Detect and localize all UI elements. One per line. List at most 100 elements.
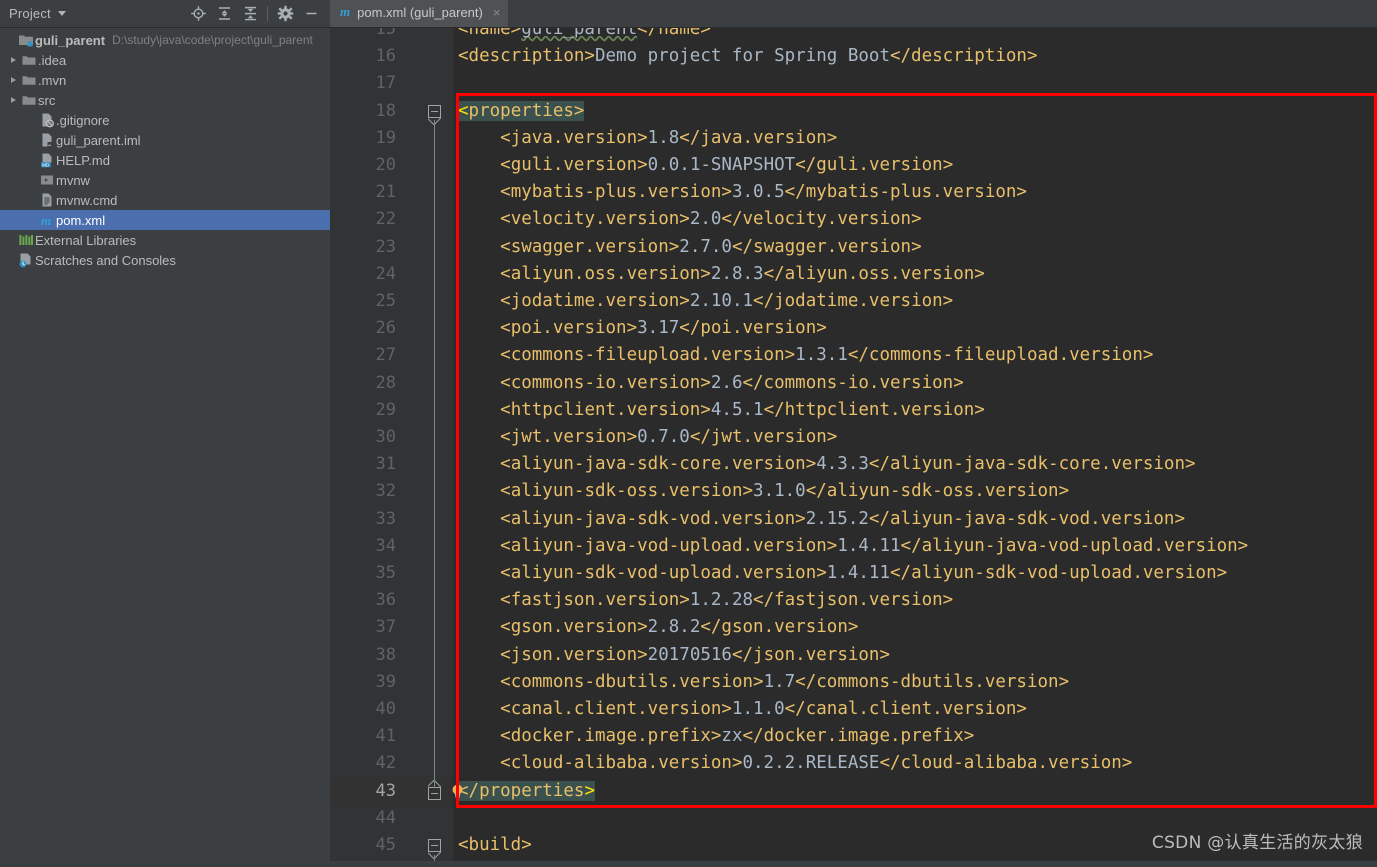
line-number: 24 (375, 263, 396, 284)
code-line[interactable]: 20 <guli.version>0.0.1-SNAPSHOT</guli.ve… (330, 152, 1377, 179)
csdn-watermark: CSDN @认真生活的灰太狼 (1151, 833, 1363, 853)
tree-item-label: src (38, 92, 56, 108)
settings-gear-icon[interactable] (272, 2, 298, 26)
code-line[interactable]: 26 <poi.version>3.17</poi.version> (330, 315, 1377, 342)
code-text: <jodatime.version>2.10.1</jodatime.versi… (500, 291, 954, 311)
line-number: 30 (375, 427, 396, 447)
tree-item-label: .gitignore (56, 112, 110, 128)
line-number: 16 (375, 46, 396, 67)
intention-bulb-icon[interactable] (449, 783, 466, 800)
code-text: <gson.version>2.8.2</gson.version> (500, 617, 859, 638)
code-line[interactable]: 23 <swagger.version>2.7.0</swagger.versi… (330, 234, 1377, 261)
code-line[interactable]: 19 <java.version>1.8</java.version> (330, 125, 1377, 152)
svg-text:MD: MD (42, 162, 50, 167)
code-line[interactable]: 24 <aliyun.oss.version>2.8.3</aliyun.oss… (330, 261, 1377, 288)
code-line[interactable]: 30 <jwt.version>0.7.0</jwt.version> (330, 424, 1377, 451)
line-number: 18 (375, 100, 396, 121)
tree-item-guli-parent[interactable]: guli_parent D:\study\java\code\project\gu… (0, 30, 330, 50)
tab-pom-xml[interactable]: m pom.xml (guli_parent) × (330, 0, 509, 27)
code-line[interactable]: 16 <description>Demo project for Spring B… (330, 43, 1377, 70)
scratches-icon (17, 252, 35, 268)
code-line[interactable]: 21 <mybatis-plus.version>3.0.5</mybatis-… (330, 179, 1377, 206)
code-line[interactable]: 35 <aliyun-sdk-vod-upload.version>1.4.11… (330, 560, 1377, 587)
code-line[interactable]: 42 <cloud-alibaba.version>0.2.2.RELEASE<… (330, 750, 1377, 777)
code-text: <cloud-alibaba.version>0.2.2.RELEASE</cl… (500, 753, 1133, 774)
tree-item-mvnw-cmd[interactable]: mvnw.cmd (0, 190, 330, 210)
code-line[interactable]: 39 <commons-dbutils.version>1.7</commons… (330, 669, 1377, 696)
tree-item-scratches-and-consoles[interactable]: Scratches and Consoles (0, 250, 330, 270)
project-panel-header: Project (0, 0, 330, 28)
matched-tag-highlight: <properties> (458, 100, 585, 121)
line-number: 42 (375, 753, 396, 774)
code-line[interactable]: 33 <aliyun-java-sdk-vod.version>2.15.2</… (330, 506, 1377, 533)
code-line[interactable]: 34 <aliyun-java-vod-upload.version>1.4.1… (330, 533, 1377, 560)
tree-item-pom-xml[interactable]: m pom.xml (0, 210, 330, 230)
code-line[interactable]: 31 <aliyun-java-sdk-core.version>4.3.3</… (330, 451, 1377, 478)
tree-item-mvn[interactable]: .mvn (0, 70, 330, 90)
tree-item-external-libraries[interactable]: External Libraries (0, 230, 330, 250)
line-number: 17 (375, 73, 396, 94)
fold-collapse-icon[interactable] (428, 786, 441, 800)
code-line[interactable]: 41 <docker.image.prefix>zx</docker.image… (330, 723, 1377, 750)
code-text: <build> (458, 835, 532, 855)
fold-collapse-icon[interactable] (428, 104, 441, 118)
tree-item-guli-parent-iml[interactable]: guli_parent.iml (0, 130, 330, 150)
code-line[interactable]: 25 <jodatime.version>2.10.1</jodatime.ve… (330, 288, 1377, 315)
line-number: 15 (375, 28, 396, 39)
code-line[interactable]: 40 <canal.client.version>1.1.0</canal.cl… (330, 696, 1377, 723)
chevron-right-icon[interactable] (6, 77, 20, 83)
tree-item-src[interactable]: src (0, 90, 330, 110)
code-line[interactable]: 15 <name>guli_parent</name> (330, 28, 1377, 43)
collapse-all-icon[interactable] (237, 2, 263, 26)
code-text: <json.version>20170516</json.version> (500, 644, 891, 665)
folder-icon (20, 52, 38, 68)
tree-item-mvnw[interactable]: mvnw (0, 170, 330, 190)
tree-item-label: External Libraries (35, 232, 137, 248)
code-text: <aliyun.oss.version>2.8.3</aliyun.oss.ve… (500, 263, 985, 284)
code-line[interactable]: 38 <json.version>20170516</json.version> (330, 642, 1377, 669)
locate-file-icon[interactable] (185, 2, 211, 26)
chevron-right-icon[interactable] (6, 97, 20, 103)
matched-tag-highlight: </properties> (458, 780, 595, 801)
tree-item-label: HELP.md (56, 152, 110, 168)
tree-item-idea[interactable]: .idea (0, 50, 330, 70)
code-editor[interactable]: 15 <name>guli_parent</name> 16 <description… (330, 28, 1377, 867)
line-number: 43 (375, 780, 396, 801)
tree-item-help-md[interactable]: MD HELP.md (0, 150, 330, 170)
project-tree[interactable]: guli_parent D:\study\java\code\project\gu… (0, 28, 330, 867)
code-text: <commons-dbutils.version>1.7</commons-db… (500, 671, 1070, 692)
code-text: <canal.client.version>1.1.0</canal.clien… (500, 699, 1027, 719)
close-icon[interactable]: × (493, 6, 501, 19)
code-text: <properties> (458, 98, 585, 125)
line-number: 31 (375, 454, 396, 475)
line-number: 25 (375, 291, 396, 311)
tree-item-label: pom.xml (56, 212, 106, 228)
maven-pom-icon: m (340, 4, 351, 19)
tab-label: pom.xml (guli_parent) (357, 4, 483, 20)
fold-collapse-icon[interactable] (428, 839, 441, 853)
tree-item-gitignore[interactable]: .gitignore (0, 110, 330, 130)
code-line[interactable]: 36 <fastjson.version>1.2.28</fastjson.ve… (330, 587, 1377, 614)
code-line[interactable]: 28 <commons-io.version>2.6</commons-io.v… (330, 370, 1377, 397)
svg-text:m: m (41, 213, 51, 228)
code-line[interactable]: 29 <httpclient.version>4.5.1</httpclient… (330, 397, 1377, 424)
code-text: <velocity.version>2.0</velocity.version> (500, 209, 922, 230)
code-line[interactable]: 32 <aliyun-sdk-oss.version>3.1.0</aliyun… (330, 478, 1377, 505)
code-line[interactable]: 27 <commons-fileupload.version>1.3.1</co… (330, 342, 1377, 369)
code-text: <mybatis-plus.version>3.0.5</mybatis-plu… (500, 182, 1027, 203)
code-line[interactable]: 37 <gson.version>2.8.2</gson.version> (330, 614, 1377, 641)
code-line[interactable]: 43 </properties> (330, 777, 1377, 805)
code-text: <httpclient.version>4.5.1</httpclient.ve… (500, 399, 985, 420)
line-number: 32 (375, 481, 396, 502)
code-line[interactable]: 17 (330, 70, 1377, 97)
expand-all-icon[interactable] (211, 2, 237, 26)
code-text: <aliyun-java-sdk-core.version>4.3.3</ali… (500, 454, 1196, 475)
chevron-right-icon[interactable] (6, 57, 20, 63)
code-line[interactable]: 22 <velocity.version>2.0</velocity.versi… (330, 206, 1377, 233)
chevron-down-icon[interactable] (57, 11, 66, 16)
code-line[interactable]: 18 <properties> (330, 98, 1377, 125)
line-number: 29 (375, 399, 396, 420)
tree-item-label: mvnw.cmd (56, 192, 118, 208)
line-number: 35 (375, 563, 396, 583)
hide-panel-icon[interactable] (298, 2, 324, 26)
